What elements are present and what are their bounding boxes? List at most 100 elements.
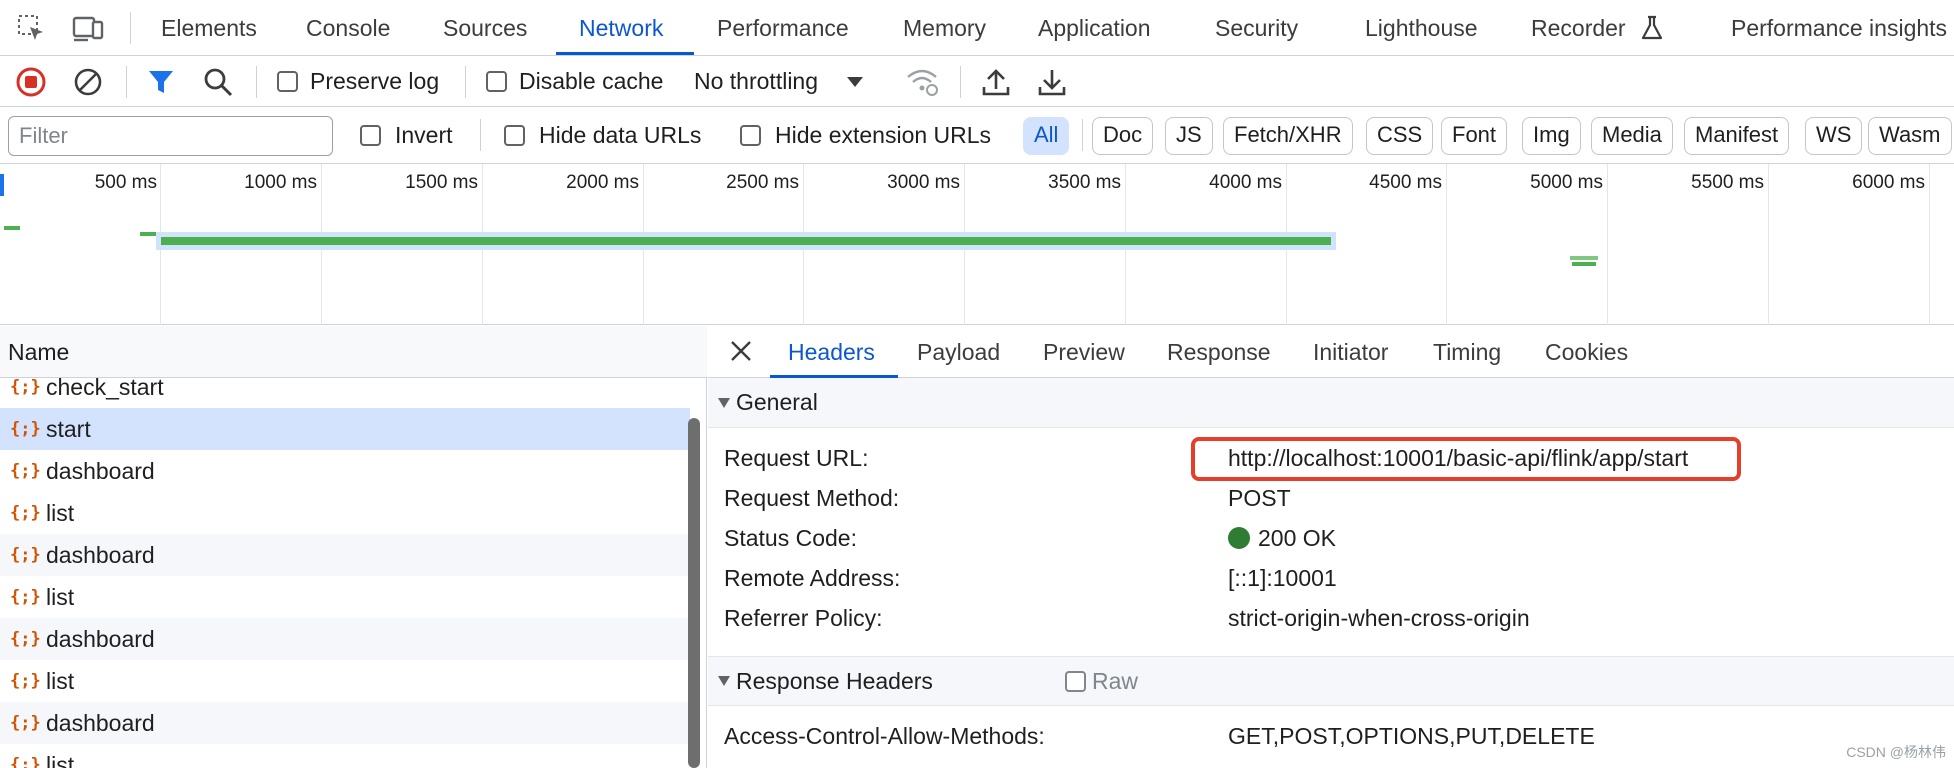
- request-name: list: [46, 499, 75, 526]
- tab-application[interactable]: Application: [1038, 0, 1151, 56]
- header-value: strict-origin-when-cross-origin: [1228, 605, 1530, 631]
- request-name: dashboard: [46, 541, 155, 568]
- export-har-icon[interactable]: [1037, 56, 1067, 107]
- chevron-down-icon: [846, 68, 864, 95]
- tab-elements[interactable]: Elements: [161, 0, 257, 56]
- header-key: Referrer Policy:: [724, 605, 883, 631]
- tab-memory[interactable]: Memory: [903, 0, 986, 56]
- tab-network[interactable]: Network: [579, 0, 663, 56]
- type-filter-img[interactable]: Img: [1522, 117, 1581, 155]
- close-icon[interactable]: [730, 340, 752, 368]
- collapse-triangle-icon: [718, 397, 730, 408]
- overview-tick: 4500 ms: [1369, 172, 1442, 193]
- type-filter-font[interactable]: Font: [1441, 117, 1508, 155]
- device-toolbar-icon[interactable]: [72, 13, 104, 43]
- hide-extension-urls-label: Hide extension URLs: [775, 122, 992, 148]
- request-row[interactable]: {;} list: [0, 744, 690, 768]
- preserve-log-toggle[interactable]: Preserve log: [277, 56, 439, 107]
- general-section-header[interactable]: General: [708, 378, 1954, 428]
- request-list-scrollbar[interactable]: [688, 418, 700, 768]
- clear-icon[interactable]: [73, 56, 103, 107]
- overview-tick: 6000 ms: [1852, 172, 1925, 193]
- filter-input[interactable]: [8, 116, 333, 156]
- response-headers-section-header[interactable]: Response Headers Raw: [708, 656, 1954, 706]
- preserve-log-checkbox[interactable]: [277, 71, 298, 92]
- details-tab-cookies[interactable]: Cookies: [1545, 326, 1628, 378]
- type-filter-ws[interactable]: WS: [1805, 117, 1863, 155]
- details-tab-response[interactable]: Response: [1167, 326, 1271, 378]
- disable-cache-toggle[interactable]: Disable cache: [486, 56, 663, 107]
- header-key: Request URL:: [724, 445, 869, 471]
- import-har-icon[interactable]: [981, 56, 1011, 107]
- devtools-tabbar: Elements Console Sources Network Perform…: [0, 0, 1954, 56]
- overview-tick: 2000 ms: [566, 172, 639, 193]
- type-filter-doc[interactable]: Doc: [1092, 117, 1154, 155]
- details-tab-preview[interactable]: Preview: [1043, 326, 1125, 378]
- request-name: check_start: [46, 378, 164, 400]
- overview-gridline: [1929, 164, 1930, 325]
- request-row[interactable]: {;} list: [0, 576, 690, 618]
- tab-security[interactable]: Security: [1215, 0, 1298, 56]
- invert-label: Invert: [395, 122, 453, 148]
- request-row-selected[interactable]: {;} start: [0, 408, 690, 450]
- record-stop-icon[interactable]: [16, 56, 46, 107]
- disable-cache-checkbox[interactable]: [486, 71, 507, 92]
- type-filter-fetch-xhr[interactable]: Fetch/XHR: [1223, 117, 1353, 155]
- tab-sources[interactable]: Sources: [443, 0, 527, 56]
- throttling-select[interactable]: No throttling: [694, 56, 864, 107]
- throttling-value: No throttling: [694, 68, 819, 94]
- tab-lighthouse[interactable]: Lighthouse: [1365, 0, 1478, 56]
- tab-performance[interactable]: Performance: [717, 0, 849, 56]
- tab-recorder[interactable]: Recorder: [1531, 0, 1626, 56]
- request-rows: {;} check_start {;} start {;} dashboard {;}…: [0, 378, 707, 768]
- details-tab-headers[interactable]: Headers: [788, 326, 875, 378]
- request-row[interactable]: {;} dashboard: [0, 618, 690, 660]
- hide-data-urls-label: Hide data URLs: [539, 122, 702, 148]
- overview-window-handle[interactable]: [0, 174, 4, 196]
- request-row[interactable]: {;} dashboard: [0, 534, 690, 576]
- raw-checkbox[interactable]: [1065, 670, 1086, 692]
- request-row[interactable]: {;} list: [0, 492, 690, 534]
- network-conditions-icon[interactable]: [905, 56, 939, 107]
- fetch-json-icon: {;}: [10, 629, 41, 649]
- status-value: 200 OK: [1228, 520, 1336, 556]
- column-header-name[interactable]: Name: [0, 326, 707, 378]
- invert-toggle[interactable]: Invert: [360, 107, 453, 164]
- request-row[interactable]: {;} list: [0, 660, 690, 702]
- type-filter-manifest[interactable]: Manifest: [1684, 117, 1790, 155]
- overview-tick: 1000 ms: [244, 172, 317, 193]
- overview-tick: 500 ms: [94, 172, 157, 193]
- invert-checkbox[interactable]: [360, 125, 381, 146]
- type-filter-css[interactable]: CSS: [1366, 117, 1434, 155]
- type-filter-all[interactable]: All: [1023, 117, 1070, 155]
- type-filter-js[interactable]: JS: [1165, 117, 1213, 155]
- network-overview[interactable]: 500 ms 1000 ms 1500 ms 2000 ms 2500 ms 3…: [0, 164, 1954, 325]
- type-filter-media[interactable]: Media: [1591, 117, 1673, 155]
- request-row[interactable]: {;} dashboard: [0, 702, 690, 744]
- network-toolbar: Preserve log Disable cache No throttling: [0, 56, 1954, 107]
- request-row[interactable]: {;} dashboard: [0, 450, 690, 492]
- hide-extension-urls-toggle[interactable]: Hide extension URLs: [740, 107, 991, 164]
- tab-console[interactable]: Console: [306, 0, 390, 56]
- fetch-json-icon: {;}: [10, 461, 41, 481]
- details-tab-timing[interactable]: Timing: [1433, 326, 1501, 378]
- type-filter-wasm[interactable]: Wasm: [1868, 117, 1952, 155]
- waterfall-bar: [1570, 256, 1598, 260]
- fetch-json-icon: {;}: [10, 503, 41, 523]
- request-row[interactable]: {;} check_start: [0, 378, 690, 408]
- tab-performance-insights[interactable]: Performance insights: [1731, 0, 1947, 56]
- inspect-element-icon[interactable]: [16, 13, 46, 43]
- waterfall-bar: [4, 226, 20, 230]
- hide-data-urls-toggle[interactable]: Hide data URLs: [504, 107, 701, 164]
- details-tab-initiator[interactable]: Initiator: [1313, 326, 1388, 378]
- filter-funnel-icon[interactable]: [147, 56, 175, 107]
- header-key: Remote Address:: [724, 565, 901, 591]
- overview-tick: 3000 ms: [887, 172, 960, 193]
- hide-data-urls-checkbox[interactable]: [504, 125, 525, 146]
- raw-toggle[interactable]: Raw: [1065, 668, 1138, 695]
- hide-extension-urls-checkbox[interactable]: [740, 125, 761, 146]
- header-value: POST: [1228, 485, 1291, 511]
- filter-divider: [1082, 119, 1083, 151]
- details-tab-payload[interactable]: Payload: [917, 326, 1000, 378]
- search-icon[interactable]: [203, 56, 233, 107]
